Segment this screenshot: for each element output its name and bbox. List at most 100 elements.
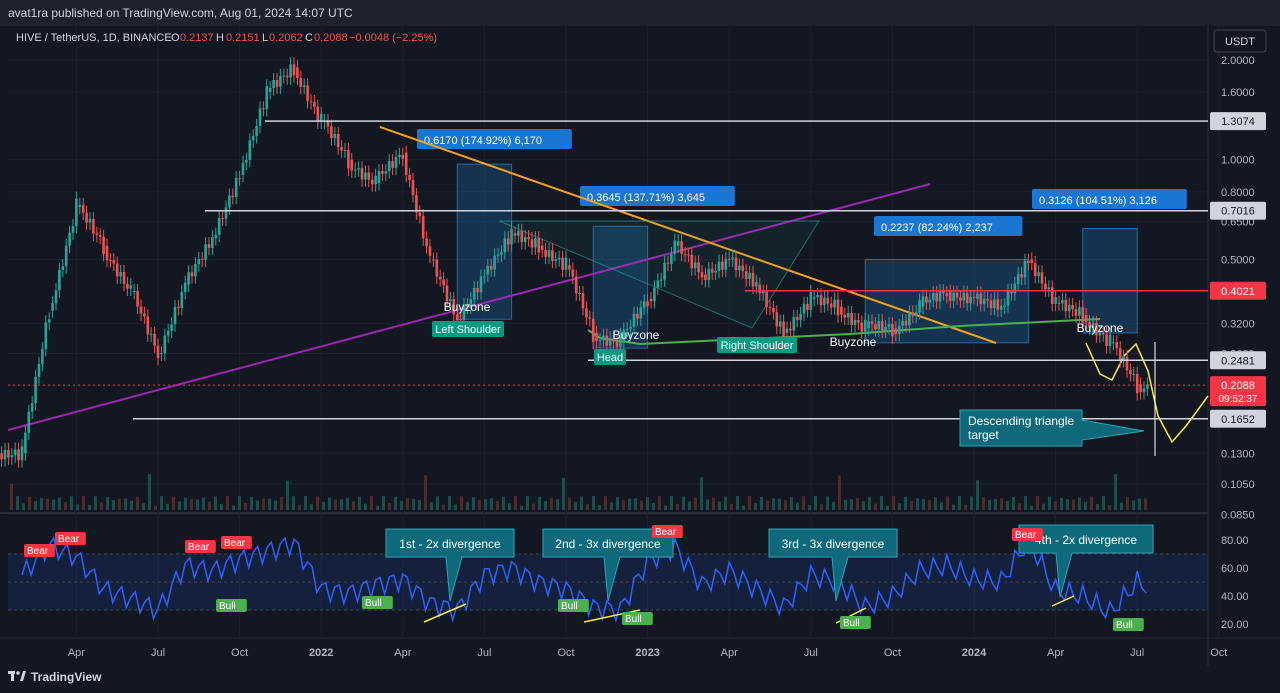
brand-name: TradingView xyxy=(31,670,102,684)
rsi-tick: 40.00 xyxy=(1221,591,1249,603)
volume-bar xyxy=(646,496,649,510)
tradingview-logo[interactable]: TradingView xyxy=(8,670,101,684)
volume-bar xyxy=(1006,500,1009,510)
candle-body xyxy=(17,449,20,461)
volume-bar xyxy=(202,497,205,510)
candle-body xyxy=(574,276,578,294)
candle-body xyxy=(850,312,853,325)
candle-body xyxy=(540,245,544,251)
measure-label: 0.3645 (137.71%) 3,645 xyxy=(587,192,705,204)
volume-bar xyxy=(694,497,697,510)
candle-body xyxy=(744,271,748,280)
divergence-label: 1st - 2x divergence xyxy=(399,537,501,551)
volume-bar xyxy=(220,504,223,510)
volume-bar xyxy=(628,498,631,510)
candle-body xyxy=(724,258,728,270)
measure-label: 0.2237 (82.24%) 2,237 xyxy=(881,222,993,234)
candle-body xyxy=(887,324,891,328)
candle-body xyxy=(214,234,218,239)
candle-body xyxy=(306,85,309,102)
candle-body xyxy=(316,106,320,122)
candle-body xyxy=(884,327,887,331)
candle-body xyxy=(1030,259,1034,263)
volume-bar xyxy=(430,502,433,510)
candle-body xyxy=(3,449,7,460)
low-label: L xyxy=(262,32,268,44)
measure-label: 0.3126 (104.51%) 3,126 xyxy=(1039,195,1157,207)
volume-bar xyxy=(1000,498,1003,510)
right-shoulder-label: Right Shoulder xyxy=(721,340,794,352)
volume-bar xyxy=(364,503,367,510)
volume-bar xyxy=(976,480,979,510)
volume-bar xyxy=(514,496,517,510)
volume-bar xyxy=(268,498,271,510)
volume-bar xyxy=(844,499,847,510)
candle-body xyxy=(68,232,71,246)
candle-body xyxy=(391,161,394,168)
volume-bar xyxy=(1024,496,1027,510)
volume-bar xyxy=(538,496,541,510)
close-label: C xyxy=(305,32,313,44)
candle-body xyxy=(41,349,44,365)
candle-body xyxy=(755,281,758,287)
candle-body xyxy=(1132,373,1136,375)
candle-body xyxy=(880,321,884,331)
candle-body xyxy=(445,285,449,302)
candle-body xyxy=(156,345,160,359)
candle-body xyxy=(54,290,58,304)
candle-body xyxy=(102,236,105,255)
price-tick: 2.0000 xyxy=(1221,55,1255,67)
volume-bar xyxy=(730,503,733,510)
candle-body xyxy=(833,299,836,308)
buyzone-label: Buyzone xyxy=(1077,321,1124,335)
candle-body xyxy=(24,432,27,454)
candle-body xyxy=(360,168,364,180)
volume-bar xyxy=(88,504,91,510)
candle-body xyxy=(952,292,955,301)
volume-bar xyxy=(1066,499,1069,510)
volume-bar xyxy=(472,497,475,510)
candle-body xyxy=(935,292,938,302)
candle-body xyxy=(921,296,925,307)
volume-bar xyxy=(568,497,571,510)
candle-body xyxy=(836,299,840,316)
candle-body xyxy=(717,261,721,271)
candle-body xyxy=(911,312,915,316)
bull-label: Bull xyxy=(561,601,578,612)
candle-body xyxy=(350,159,354,171)
candle-body xyxy=(642,301,646,308)
candle-body xyxy=(7,449,10,458)
candle-body xyxy=(697,262,700,273)
volume-bar xyxy=(10,484,13,510)
volume-bar xyxy=(1018,503,1021,510)
volume-bar xyxy=(418,500,421,510)
candle-body xyxy=(122,271,126,284)
volume-bar xyxy=(532,503,535,510)
divergence-label: 3rd - 3x divergence xyxy=(782,537,885,551)
candle-body xyxy=(37,364,41,377)
price-chart[interactable]: 0.6170 (174.92%) 6,170 0.3645 (137.71%) 3… xyxy=(0,26,1280,666)
candle-body xyxy=(656,280,660,288)
volume-bar xyxy=(442,504,445,510)
time-tick: Oct xyxy=(231,647,248,659)
volume-bar xyxy=(784,500,787,510)
candle-body xyxy=(1047,287,1051,290)
candle-body xyxy=(282,75,286,77)
candle-body xyxy=(670,253,673,264)
candle-body xyxy=(901,320,904,326)
bear-label: Bear xyxy=(188,542,210,553)
candle-body xyxy=(115,263,119,277)
candle-body xyxy=(262,108,265,110)
volume-bar xyxy=(772,498,775,510)
volume-bar xyxy=(214,496,217,510)
volume-bar xyxy=(1054,501,1057,510)
candle-body xyxy=(1074,309,1078,316)
candle-body xyxy=(411,179,415,196)
candle-body xyxy=(51,303,54,311)
volume-bar xyxy=(622,500,625,510)
candle-body xyxy=(1071,305,1074,310)
buyzone-label: Buyzone xyxy=(830,335,877,349)
volume-bar xyxy=(280,497,283,510)
close-value: 0.2088 xyxy=(314,32,348,44)
candle-body xyxy=(639,307,643,319)
